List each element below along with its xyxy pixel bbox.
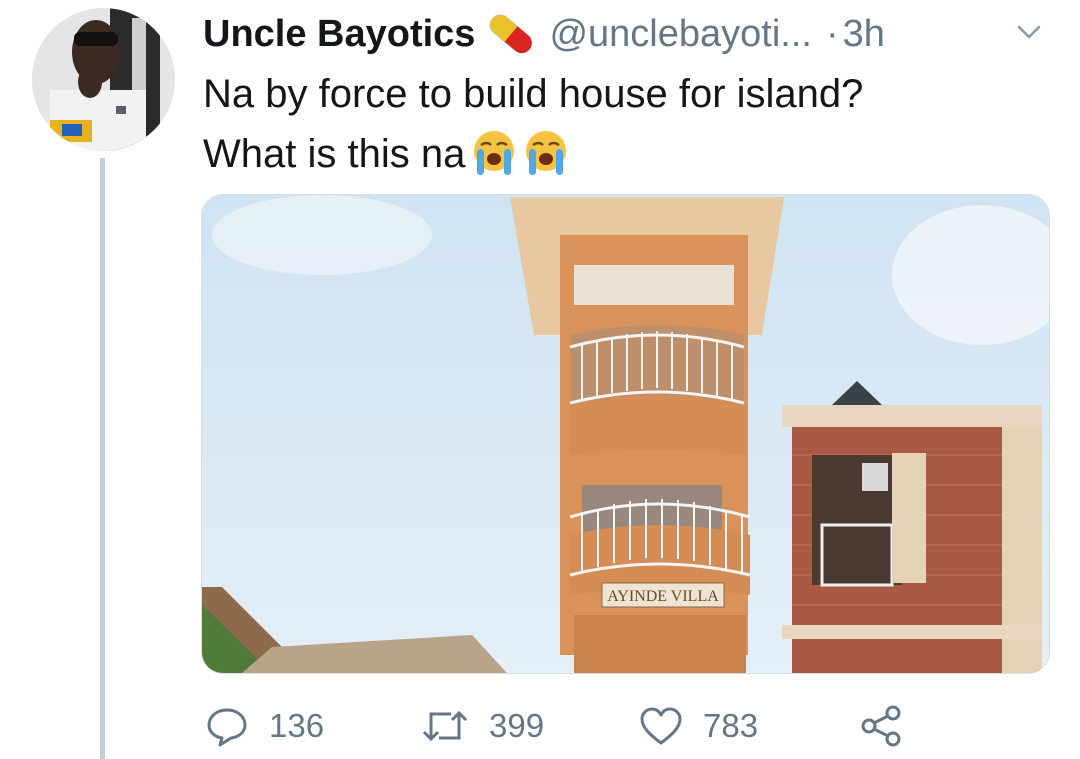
retweet-icon xyxy=(422,710,468,742)
meta-separator: · xyxy=(825,12,839,55)
avatar-photo xyxy=(32,8,175,151)
building-photo: AYINDE VILLA xyxy=(202,195,1049,673)
tweet-text-line-1: Na by force to build house for island? xyxy=(203,72,864,116)
like-button[interactable]: 783 xyxy=(639,700,758,752)
tweet-timestamp[interactable]: 3h xyxy=(843,13,885,56)
tweet-header: Uncle Bayotics @unclebayoti... · 3h xyxy=(203,6,1063,62)
reply-count: 136 xyxy=(269,707,325,744)
loudly-crying-face-icon xyxy=(474,131,515,175)
like-count: 783 xyxy=(703,707,759,744)
thread-connector-line xyxy=(100,158,105,759)
reply-icon xyxy=(207,708,247,747)
tweet-actions-bar: 136 399 783 xyxy=(203,700,1063,752)
pill-emoji-icon xyxy=(490,14,533,54)
tweet-text: Na by force to build house for island? W… xyxy=(203,64,1043,184)
chevron-down-icon[interactable] xyxy=(1015,20,1043,44)
retweet-button[interactable]: 399 xyxy=(421,700,544,752)
author-handle[interactable]: @unclebayoti... xyxy=(549,13,812,56)
reply-button[interactable]: 136 xyxy=(205,700,324,752)
tweet-text-line-2: What is this na xyxy=(203,124,1043,184)
share-button[interactable] xyxy=(859,700,903,752)
heart-icon xyxy=(640,707,682,745)
tweet-text-line-2-words: What is this na xyxy=(203,132,466,176)
retweet-count: 399 xyxy=(489,707,545,744)
building-sign-text: AYINDE VILLA xyxy=(607,588,719,605)
tweet-media-photo[interactable]: AYINDE VILLA xyxy=(201,194,1050,674)
share-icon xyxy=(861,705,901,747)
author-avatar[interactable] xyxy=(32,8,175,151)
loudly-crying-face-icon xyxy=(526,131,567,175)
author-name[interactable]: Uncle Bayotics xyxy=(203,13,475,56)
